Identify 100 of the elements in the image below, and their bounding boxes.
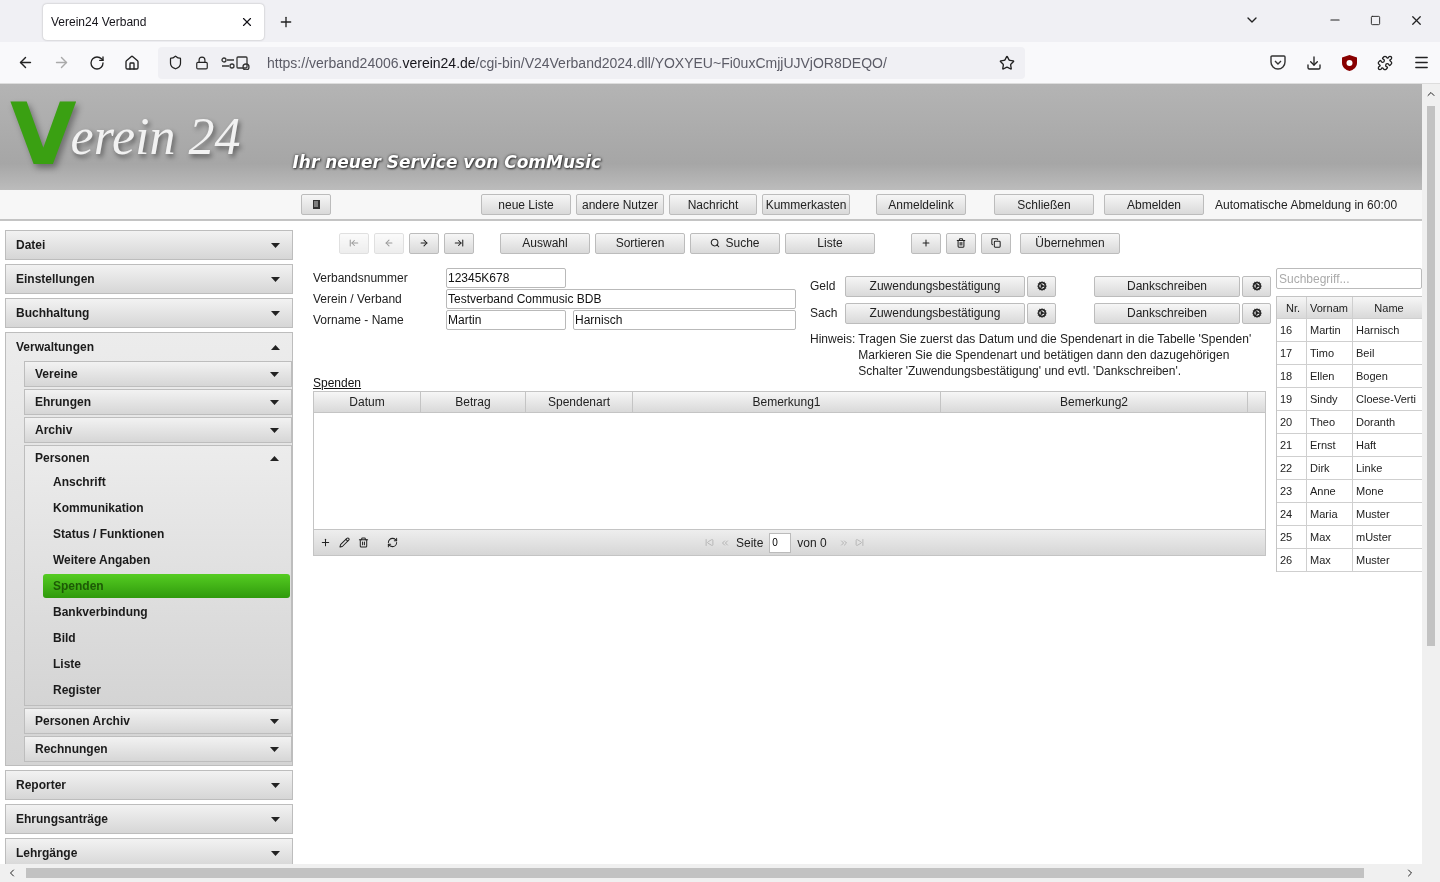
copy-icon [991,238,1001,248]
scrollbar-thumb[interactable] [1427,106,1435,646]
column-header[interactable]: Vornam [1307,297,1353,318]
settings-button[interactable] [1242,275,1271,297]
accordion-header[interactable]: Datei [6,231,292,259]
accordion-header[interactable]: Reporter [6,771,292,799]
table-title: Spenden [313,376,362,390]
column-header[interactable]: Bemerkung1 [633,392,941,412]
bookmark-star-icon[interactable] [999,54,1015,71]
permissions-icon [221,55,251,70]
table-cell: Martin [1307,319,1353,341]
input-field[interactable]: Testverband Commusic BDB [446,289,796,309]
toolbar-button[interactable]: Anmeldelink [876,194,966,215]
toolbar-button[interactable] [981,232,1011,254]
settings-button[interactable] [1027,302,1056,324]
toolbar-button[interactable] [946,232,976,254]
page-field[interactable]: 0 [769,532,792,553]
back-icon[interactable] [17,54,34,71]
table-cell: 22 [1277,457,1307,479]
accordion-header[interactable]: Archiv [25,418,291,442]
input-field[interactable]: Harnisch [573,310,796,330]
toolbar-button[interactable]: Suche [690,232,780,254]
download-icon[interactable] [1306,54,1322,71]
table-cell: Timo [1307,342,1353,364]
trash-icon[interactable] [358,537,369,548]
toolbar-button[interactable]: Abmelden [1104,194,1204,215]
menu-link[interactable]: Bankverbindung [43,600,290,624]
accordion-header[interactable]: Ehrungen [25,390,291,414]
address-field[interactable]: https://verband24006.verein24.de/cgi-bin/V24Verband2024.dll/YOXYEU~Fi0uxCmjjUJVjOR8DEQO/ [158,46,1025,79]
toolbar-button[interactable]: Schließen [994,194,1094,215]
toolbar-button[interactable]: Auswahl [500,232,590,254]
toolbar-button[interactable]: neue Liste [481,194,571,215]
input-field[interactable]: 12345K678 [446,268,566,288]
column-header[interactable]: Datum [314,392,421,412]
list-toggle-button[interactable] [301,194,331,215]
input-field[interactable]: Martin [446,310,566,330]
lock-icon [195,55,209,70]
column-header[interactable]: Bemerkung2 [941,392,1248,412]
menu-link[interactable]: Anschrift [43,470,290,494]
accordion-header[interactable]: Buchhaltung [6,299,292,327]
reload-icon[interactable] [89,54,105,71]
column-header[interactable]: Betrag [421,392,526,412]
settings-icon [1036,281,1047,291]
list-icon [312,200,320,209]
close-icon[interactable] [240,15,254,29]
column-header[interactable]: Nr. [1277,297,1307,318]
scrollbar-thumb[interactable] [26,868,1364,878]
pencil-icon[interactable] [339,537,350,548]
letter-button[interactable]: Dankschreiben [1094,302,1240,324]
apply-button[interactable]: Übernehmen [1020,232,1120,254]
certificate-button[interactable]: Zuwendungsbestätigung [845,275,1025,297]
browser-tab[interactable]: Verein24 Verband [43,4,264,40]
toolbar-button[interactable]: Kummerkasten [762,194,850,215]
extensions-icon[interactable] [1377,54,1393,71]
menu-link[interactable]: Status / Funktionen [43,522,290,546]
accordion-header[interactable]: Vereine [25,362,291,386]
column-header[interactable]: Spendenart [526,392,633,412]
settings-button[interactable] [1242,302,1271,324]
accordion-header[interactable]: Verwaltungen [6,333,292,361]
menu-link[interactable]: Liste [43,652,290,676]
table-cell: Theo [1307,411,1353,433]
table-cell: Ellen [1307,365,1353,387]
toolbar-button[interactable]: Sortieren [595,232,685,254]
nav-button[interactable] [409,232,439,254]
menu-link[interactable]: Register [43,678,290,702]
table-cell: 25 [1277,526,1307,548]
first-record-icon [349,238,359,248]
refresh-icon[interactable] [387,537,398,548]
toolbar-button[interactable]: Liste [785,232,875,254]
menu-link[interactable]: Kommunikation [43,496,290,520]
accordion-header[interactable]: Personen [25,446,291,470]
settings-icon [1036,308,1047,318]
accordion-header[interactable]: Rechnungen [25,737,291,761]
toolbar-button[interactable]: Nachricht [669,194,757,215]
settings-button[interactable] [1027,275,1056,297]
accordion-header[interactable]: Lehrgänge [6,839,292,864]
shield-badge-icon[interactable] [1342,54,1357,71]
search-field[interactable]: Suchbegriff... [1276,268,1422,289]
menu-link[interactable]: Weitere Angaben [43,548,290,572]
accordion-header[interactable]: Ehrungsanträge [6,805,292,833]
table-cell: 16 [1277,319,1307,341]
new-tab-icon[interactable] [278,14,294,30]
accordion-header[interactable]: Einstellungen [6,265,292,293]
table-cell: 18 [1277,365,1307,387]
toolbar-button[interactable]: andere Nutzer [576,194,664,215]
accordion-header[interactable]: Personen Archiv [25,709,291,733]
field-label: Vorname - Name [313,313,405,327]
home-icon[interactable] [124,54,140,71]
pocket-icon[interactable] [1270,55,1286,70]
shield-icon [168,55,183,70]
maximize-icon[interactable] [1370,14,1381,26]
nav-button[interactable] [444,232,474,254]
plus-icon[interactable] [320,537,331,548]
menu-icon[interactable] [1413,54,1430,71]
menu-link[interactable]: Bild [43,626,290,650]
toolbar-button[interactable] [911,232,941,254]
table-cell: 23 [1277,480,1307,502]
table-cell: Anne [1307,480,1353,502]
letter-button[interactable]: Dankschreiben [1094,275,1240,297]
certificate-button[interactable]: Zuwendungsbestätigung [845,302,1025,324]
